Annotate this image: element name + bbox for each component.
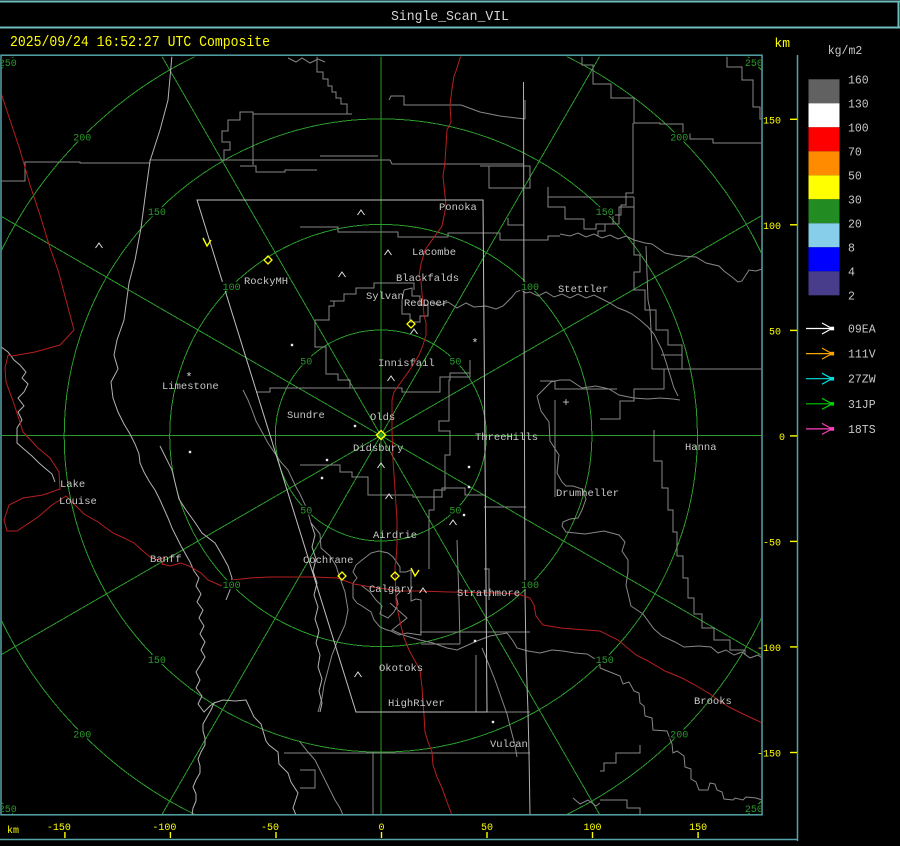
svg-text:100: 100 <box>521 283 539 294</box>
svg-text:100: 100 <box>763 222 781 233</box>
svg-text:Lake: Lake <box>60 479 85 491</box>
svg-text:km: km <box>774 36 790 51</box>
svg-text:100: 100 <box>521 581 539 592</box>
svg-text:Stettler: Stettler <box>558 284 608 296</box>
svg-text:Sundre: Sundre <box>287 410 325 422</box>
svg-text:50: 50 <box>449 507 461 518</box>
svg-text:Single_Scan_VIL: Single_Scan_VIL <box>391 9 509 25</box>
svg-text:250: 250 <box>0 59 17 70</box>
svg-text:50: 50 <box>300 357 312 368</box>
svg-text:50: 50 <box>300 507 312 518</box>
svg-text:ThreeHills: ThreeHills <box>475 432 538 444</box>
svg-text:Sylvan: Sylvan <box>366 291 404 303</box>
svg-text:-150: -150 <box>47 823 71 834</box>
svg-text:Louise: Louise <box>59 496 97 508</box>
svg-text:27ZW: 27ZW <box>848 374 876 387</box>
svg-text:70: 70 <box>848 146 862 159</box>
svg-text:-100: -100 <box>757 644 781 655</box>
svg-text:2025/09/24 16:52:27 UTC Compos: 2025/09/24 16:52:27 UTC Composite <box>10 34 270 51</box>
svg-text:200: 200 <box>670 731 688 742</box>
svg-text:100: 100 <box>223 283 241 294</box>
svg-text:2: 2 <box>848 290 855 303</box>
svg-text:4: 4 <box>848 266 855 279</box>
svg-text:130: 130 <box>848 98 869 111</box>
svg-text:RedDeer: RedDeer <box>404 298 448 310</box>
svg-text:Ponoka: Ponoka <box>439 202 477 214</box>
svg-text:160: 160 <box>848 74 869 87</box>
svg-text:HighRiver: HighRiver <box>388 698 445 710</box>
svg-text:150: 150 <box>596 656 614 667</box>
svg-text:50: 50 <box>848 170 862 183</box>
svg-text:09EA: 09EA <box>848 324 876 337</box>
svg-text:Cochrane: Cochrane <box>303 555 353 567</box>
svg-text:18TS: 18TS <box>848 424 876 437</box>
svg-text:100: 100 <box>848 122 869 135</box>
svg-text:km: km <box>7 825 19 837</box>
svg-text:Limestone: Limestone <box>162 381 219 393</box>
svg-text:Lacombe: Lacombe <box>412 247 456 259</box>
svg-text:250: 250 <box>745 59 763 70</box>
svg-text:RockyMH: RockyMH <box>244 276 288 288</box>
svg-text:20: 20 <box>848 218 862 231</box>
svg-text:200: 200 <box>73 134 91 145</box>
svg-text:150: 150 <box>148 656 166 667</box>
svg-text:Brooks: Brooks <box>694 696 732 708</box>
svg-text:100: 100 <box>223 581 241 592</box>
svg-text:Banff: Banff <box>150 554 182 566</box>
svg-text:Innisfail: Innisfail <box>378 358 435 370</box>
svg-text:-50: -50 <box>763 538 781 549</box>
svg-text:Calgary: Calgary <box>369 584 413 596</box>
svg-text:Olds: Olds <box>370 412 395 424</box>
svg-text:*: * <box>471 337 478 351</box>
svg-text:+: + <box>562 396 569 410</box>
svg-text:150: 150 <box>763 116 781 127</box>
svg-text:50: 50 <box>449 357 461 368</box>
svg-text:31JP: 31JP <box>848 399 876 412</box>
svg-text:Okotoks: Okotoks <box>379 663 423 675</box>
svg-text:0: 0 <box>779 433 785 444</box>
svg-text:150: 150 <box>148 208 166 219</box>
svg-text:Didsbury: Didsbury <box>353 443 403 455</box>
svg-text:111V: 111V <box>848 349 876 362</box>
svg-text:200: 200 <box>73 731 91 742</box>
svg-text:Vulcan: Vulcan <box>490 739 528 751</box>
svg-text:Hanna: Hanna <box>685 442 717 454</box>
svg-text:Drumheller: Drumheller <box>556 488 619 500</box>
svg-text:Strathmore: Strathmore <box>457 588 520 600</box>
svg-text:Airdrie: Airdrie <box>373 530 417 542</box>
svg-text:50: 50 <box>769 327 781 338</box>
svg-text:Blackfalds: Blackfalds <box>396 273 459 285</box>
svg-text:-100: -100 <box>152 823 176 834</box>
svg-text:200: 200 <box>670 134 688 145</box>
svg-text:kg/m2: kg/m2 <box>828 45 863 58</box>
svg-text:30: 30 <box>848 194 862 207</box>
svg-text:150: 150 <box>596 208 614 219</box>
svg-text:-150: -150 <box>757 750 781 761</box>
svg-text:8: 8 <box>848 242 855 255</box>
